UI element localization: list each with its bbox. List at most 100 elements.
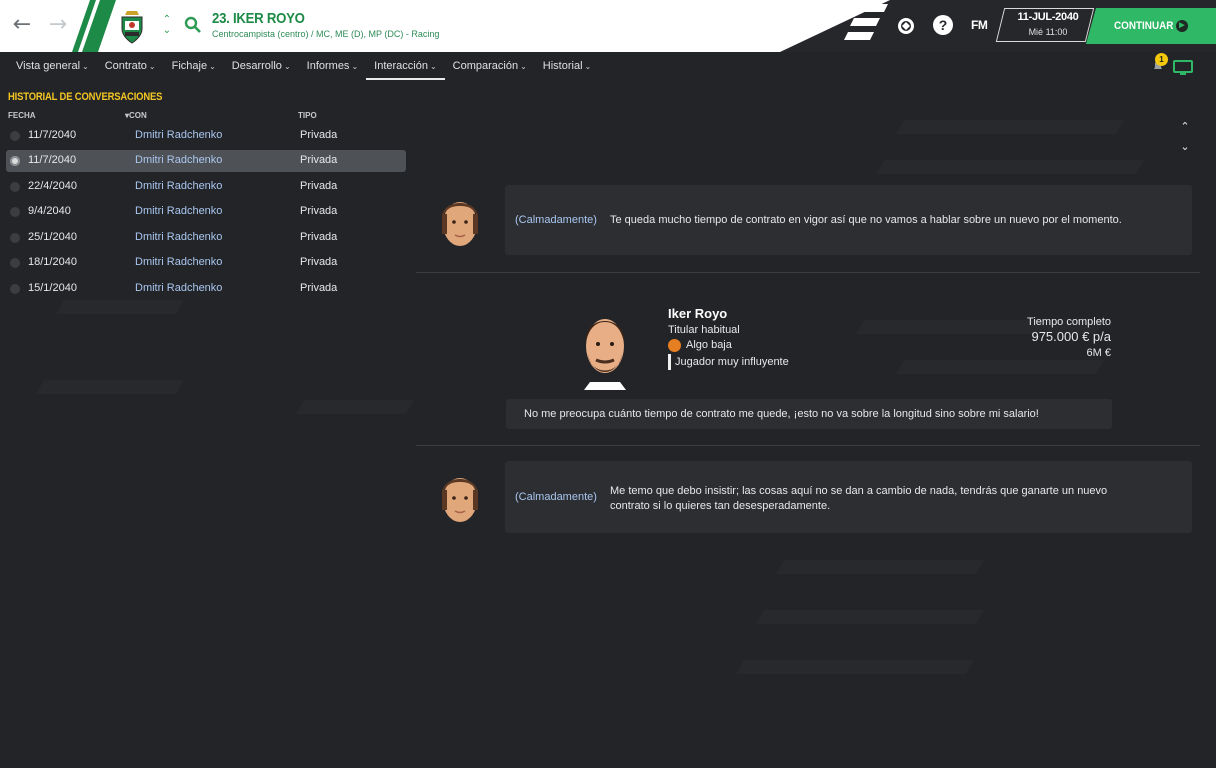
chevron-down-icon: ⌄ bbox=[82, 62, 89, 71]
morale-icon bbox=[668, 339, 681, 352]
tab-history[interactable]: Historial ⌄ bbox=[535, 57, 599, 81]
row-date: 11/7/2040 bbox=[28, 129, 77, 141]
continue-arrow-icon: ▶ bbox=[1176, 20, 1188, 32]
chevron-down-icon: ⌄ bbox=[584, 62, 592, 71]
chevron-down-icon: ⌄ bbox=[351, 62, 359, 71]
row-with[interactable]: Dmitri Radchenko bbox=[135, 282, 222, 294]
manager-face-icon[interactable] bbox=[434, 466, 486, 526]
row-date: 9/4/2040 bbox=[28, 205, 71, 217]
message-text-line1: Me temo que debo insistir; las cosas aqu… bbox=[610, 485, 1108, 497]
notifications-icon[interactable]: 1 bbox=[1150, 53, 1168, 73]
player-title: 23. IKER ROYO bbox=[212, 10, 305, 27]
row-date: 25/1/2040 bbox=[28, 231, 77, 243]
help-icon[interactable]: ? bbox=[933, 15, 953, 35]
row-date: 18/1/2040 bbox=[28, 256, 77, 268]
chevron-down-icon: ⌄ bbox=[209, 62, 216, 71]
chevron-down-icon: ⌄ bbox=[429, 62, 437, 71]
tab-label: Historial bbox=[542, 60, 583, 72]
tab-contract[interactable]: Contrato ⌄ bbox=[97, 57, 164, 81]
tab-transfer[interactable]: Fichaje ⌄ bbox=[164, 57, 224, 81]
player-subtitle: Centrocampista (centro) / MC, ME (D), MP… bbox=[212, 29, 440, 39]
history-row[interactable]: 9/4/2040 Dmitri Radchenko Privada bbox=[6, 201, 406, 223]
manager-message-bubble: (Calmadamente) Te queda mucho tiempo de … bbox=[505, 185, 1192, 255]
influence-icon bbox=[668, 354, 671, 370]
tab-reports[interactable]: Informes ⌄ bbox=[299, 57, 367, 81]
tab-label: Vista general bbox=[16, 60, 81, 72]
search-icon[interactable] bbox=[184, 16, 202, 34]
history-row[interactable]: 11/7/2040 Dmitri Radchenko Privada bbox=[6, 125, 406, 147]
player-reply-text: No me preocupa cuánto tiempo de contrato… bbox=[524, 408, 1039, 420]
tab-development[interactable]: Desarrollo ⌄ bbox=[224, 57, 299, 81]
game-date: 11-JUL-2040 bbox=[1017, 11, 1079, 23]
history-row[interactable]: 22/4/2040 Dmitri Radchenko Privada bbox=[6, 176, 406, 198]
contract-type: Tiempo completo bbox=[1027, 316, 1111, 328]
tab-bar: Vista general ⌄ Contrato ⌄ Fichaje ⌄ Desarr… bbox=[8, 57, 599, 81]
divider bbox=[416, 445, 1200, 446]
row-type: Privada bbox=[300, 129, 338, 141]
message-tone: (Calmadamente) bbox=[515, 214, 597, 226]
tab-overview[interactable]: Vista general ⌄ bbox=[8, 57, 97, 81]
tab-label: Desarrollo bbox=[231, 60, 282, 72]
back-arrow-icon[interactable]: ← bbox=[10, 12, 34, 38]
social-feed-icon[interactable] bbox=[896, 16, 916, 36]
history-row[interactable]: 15/1/2040 Dmitri Radchenko Privada bbox=[6, 278, 406, 300]
player-wage: 975.000 € p/a bbox=[1031, 329, 1111, 344]
message-tone: (Calmadamente) bbox=[515, 491, 597, 503]
row-date: 15/1/2040 bbox=[28, 282, 77, 294]
row-with[interactable]: Dmitri Radchenko bbox=[135, 129, 222, 141]
history-row[interactable]: 18/1/2040 Dmitri Radchenko Privada bbox=[6, 252, 406, 274]
forward-arrow-icon[interactable]: → bbox=[46, 12, 70, 38]
tab-label: Interacción bbox=[374, 60, 428, 72]
row-type: Privada bbox=[300, 256, 338, 268]
radio-icon bbox=[10, 131, 20, 141]
tab-label: Informes bbox=[306, 60, 350, 72]
history-row[interactable]: 25/1/2040 Dmitri Radchenko Privada bbox=[6, 227, 406, 249]
player-role: Titular habitual bbox=[668, 324, 740, 336]
column-header-date[interactable]: FECHA bbox=[8, 111, 36, 120]
tab-interaction[interactable]: Interacción ⌄ bbox=[366, 57, 445, 81]
continue-button[interactable]: CONTINUAR ▶ bbox=[1086, 8, 1216, 44]
player-switch-icon[interactable]: ⌃ ⌄ bbox=[160, 14, 174, 40]
row-type: Privada bbox=[300, 180, 338, 192]
club-crest-icon[interactable] bbox=[116, 10, 148, 44]
chevron-down-icon: ⌄ bbox=[520, 62, 527, 71]
chevron-down-icon: ⌄ bbox=[148, 62, 156, 71]
notification-badge: 1 bbox=[1155, 53, 1168, 66]
tv-icon[interactable] bbox=[1173, 60, 1193, 75]
player-morale: Algo baja bbox=[686, 339, 732, 351]
tab-label: Comparación bbox=[452, 60, 519, 72]
row-with[interactable]: Dmitri Radchenko bbox=[135, 180, 222, 192]
row-with[interactable]: Dmitri Radchenko bbox=[135, 231, 222, 243]
tab-label: Fichaje bbox=[171, 60, 208, 72]
player-reply-bubble: No me preocupa cuánto tiempo de contrato… bbox=[506, 399, 1112, 429]
row-type: Privada bbox=[300, 154, 338, 166]
scroll-down-icon[interactable]: ⌄ bbox=[1178, 140, 1192, 154]
row-date: 22/4/2040 bbox=[28, 180, 77, 192]
radio-selected-icon bbox=[10, 156, 20, 166]
continue-label: CONTINUAR bbox=[1114, 20, 1174, 32]
player-face-icon[interactable] bbox=[576, 302, 634, 390]
tab-comparison[interactable]: Comparación ⌄ bbox=[445, 57, 535, 81]
row-type: Privada bbox=[300, 205, 338, 217]
manager-face-icon[interactable] bbox=[434, 190, 486, 250]
history-row-selected[interactable]: 11/7/2040 Dmitri Radchenko Privada bbox=[6, 150, 406, 172]
row-with[interactable]: Dmitri Radchenko bbox=[135, 154, 222, 166]
row-with[interactable]: Dmitri Radchenko bbox=[135, 205, 222, 217]
message-text-line2: contrato si lo quieres tan desesperadame… bbox=[610, 500, 831, 512]
player-value: 6M € bbox=[1086, 347, 1111, 359]
row-date: 11/7/2040 bbox=[28, 154, 77, 166]
radio-icon bbox=[10, 207, 20, 217]
radio-icon bbox=[10, 258, 20, 268]
column-header-type[interactable]: TIPO bbox=[298, 111, 317, 120]
fm-logo[interactable]: FM bbox=[971, 18, 988, 32]
row-with[interactable]: Dmitri Radchenko bbox=[135, 256, 222, 268]
message-text: Te queda mucho tiempo de contrato en vig… bbox=[610, 214, 1122, 226]
column-header-with[interactable]: ▾CON bbox=[125, 111, 147, 120]
column-header-label: CON bbox=[129, 111, 147, 120]
chevron-down-icon: ⌄ bbox=[283, 62, 291, 71]
game-time: Mié 11:00 bbox=[1028, 27, 1068, 37]
row-type: Privada bbox=[300, 282, 338, 294]
scroll-up-icon[interactable]: ⌃ bbox=[1178, 120, 1192, 134]
player-name: Iker Royo bbox=[668, 306, 728, 321]
radio-icon bbox=[10, 284, 20, 294]
